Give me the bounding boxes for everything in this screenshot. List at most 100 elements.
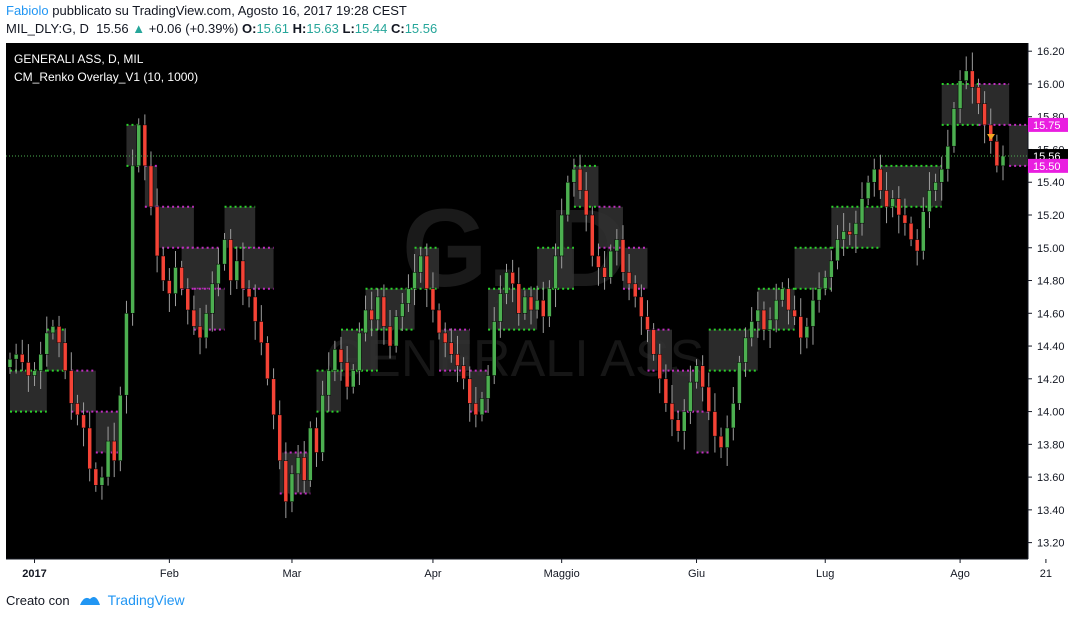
candle-body bbox=[124, 313, 129, 396]
candle-body bbox=[87, 427, 92, 470]
candle-body bbox=[467, 378, 472, 404]
candle-body bbox=[363, 309, 368, 334]
candle-body bbox=[669, 403, 675, 421]
candle-body bbox=[583, 190, 589, 216]
candle-body bbox=[173, 267, 178, 294]
candle-body bbox=[32, 370, 37, 376]
candle-body bbox=[761, 309, 767, 330]
created-with-text: Creato con bbox=[6, 592, 70, 608]
candle-body bbox=[222, 239, 227, 265]
renko-brick bbox=[193, 288, 225, 330]
candle-body bbox=[596, 255, 601, 268]
candle-body bbox=[639, 296, 644, 317]
footer: Creato con TradingView bbox=[6, 592, 185, 608]
candle-body bbox=[400, 303, 405, 317]
candle-body bbox=[731, 403, 736, 429]
candle-body bbox=[154, 206, 160, 257]
candle-body bbox=[265, 342, 270, 380]
y-tick-label: 16.20 bbox=[1037, 46, 1065, 58]
candle-body bbox=[442, 332, 448, 344]
candle-body bbox=[890, 198, 895, 208]
candle-body bbox=[308, 427, 313, 481]
candle-body bbox=[976, 86, 981, 104]
candle bbox=[265, 336, 270, 386]
symbol-label: MIL_DLY:G, D bbox=[6, 21, 89, 36]
high-label: H: bbox=[292, 21, 307, 36]
candle-body bbox=[786, 288, 791, 311]
y-tick-label: 14.20 bbox=[1037, 374, 1065, 386]
candle-body bbox=[56, 326, 62, 344]
candle-body bbox=[534, 299, 540, 311]
candle bbox=[565, 175, 571, 222]
candle-body bbox=[479, 398, 485, 416]
price-label: 15.75 bbox=[1028, 117, 1068, 132]
candle-body bbox=[718, 435, 724, 448]
candle-body bbox=[130, 165, 135, 314]
renko-brick bbox=[880, 165, 942, 207]
candle bbox=[393, 310, 399, 353]
candle-body bbox=[663, 378, 669, 404]
candle-body bbox=[381, 296, 387, 327]
candle-body bbox=[136, 124, 141, 167]
candle-body bbox=[577, 168, 583, 191]
renko-brick bbox=[157, 206, 194, 248]
y-tick-label: 15.00 bbox=[1037, 243, 1065, 255]
candle-body bbox=[455, 353, 460, 366]
candle-body bbox=[228, 239, 233, 281]
candle-body bbox=[798, 316, 803, 339]
candle-body bbox=[865, 181, 871, 199]
candle-body bbox=[896, 198, 902, 216]
candle-body bbox=[841, 231, 846, 240]
candle-body bbox=[939, 168, 944, 183]
candle-body bbox=[449, 342, 454, 355]
candle-body bbox=[620, 239, 626, 273]
candle-body bbox=[289, 473, 295, 502]
candle-body bbox=[203, 313, 209, 339]
author-link[interactable]: Fabiolo bbox=[6, 3, 49, 18]
candle-body bbox=[295, 457, 301, 475]
candle-body bbox=[259, 321, 264, 344]
low-label: L: bbox=[342, 21, 355, 36]
candle-body bbox=[547, 288, 552, 317]
candle-body bbox=[804, 326, 810, 339]
candle-body bbox=[485, 375, 491, 399]
x-tick-label: Ago bbox=[950, 568, 970, 580]
price-chart[interactable]: G, D GENERALI ASS 13.2013.4013.6013.8014… bbox=[0, 41, 1069, 583]
candle-body bbox=[571, 168, 577, 183]
candle-body bbox=[406, 288, 411, 304]
candle-body bbox=[148, 165, 154, 208]
candle-body bbox=[160, 255, 166, 281]
candle-body bbox=[357, 332, 362, 371]
candle-body bbox=[510, 272, 515, 285]
candle-body bbox=[99, 476, 105, 486]
renko-brick bbox=[242, 247, 274, 289]
candle-body bbox=[197, 326, 203, 339]
tradingview-logo-icon bbox=[79, 597, 100, 605]
candle-body bbox=[632, 283, 638, 298]
candle-body bbox=[847, 231, 853, 235]
y-tick-label: 16.00 bbox=[1037, 79, 1065, 91]
price-label: 15.50 bbox=[1028, 158, 1068, 173]
open-value: 15.61 bbox=[256, 21, 289, 36]
tradingview-link[interactable]: TradingView bbox=[108, 592, 185, 608]
candle-body bbox=[853, 222, 859, 235]
candle-body bbox=[111, 440, 117, 461]
candle-body bbox=[436, 309, 442, 334]
candle-body bbox=[50, 326, 56, 334]
candle-body bbox=[933, 181, 938, 191]
candle-body bbox=[1000, 155, 1006, 167]
candle-body bbox=[412, 272, 417, 289]
candle-body bbox=[921, 211, 926, 252]
candle-body bbox=[706, 386, 712, 412]
candle-body bbox=[737, 362, 742, 404]
candle-body bbox=[338, 349, 344, 363]
candle-body bbox=[688, 381, 693, 412]
candle-body bbox=[528, 296, 534, 311]
candle-body bbox=[608, 250, 613, 278]
candle-body bbox=[504, 272, 509, 294]
candle-body bbox=[859, 198, 865, 224]
candle-body bbox=[326, 370, 331, 396]
y-tick-label: 14.80 bbox=[1037, 276, 1065, 288]
candle-body bbox=[142, 124, 148, 167]
y-tick-label: 13.80 bbox=[1037, 439, 1065, 451]
